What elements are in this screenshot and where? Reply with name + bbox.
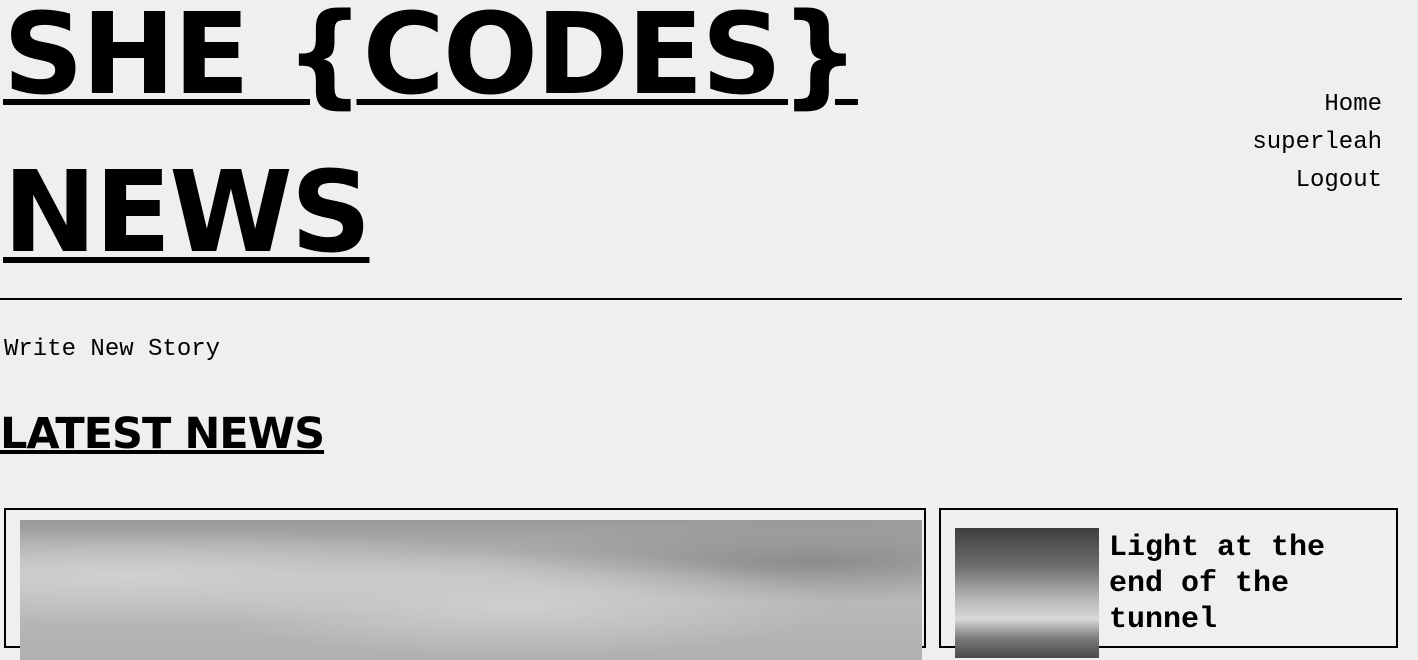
latest-news-heading: LATEST NEWS xyxy=(0,409,325,459)
nav-logout-link[interactable]: Logout xyxy=(1252,162,1382,200)
write-new-story-link[interactable]: Write New Story xyxy=(4,336,220,363)
story-title[interactable]: Light at the end of the tunnel xyxy=(1109,530,1389,638)
story-thumbnail-image xyxy=(955,528,1099,658)
site-header: SHE {CODES} NEWS Home superleah Logout xyxy=(0,0,1402,300)
logo-line-2: NEWS xyxy=(3,148,371,278)
nav-home-link[interactable]: Home xyxy=(1252,86,1382,124)
logo-line-1: SHE {CODES} xyxy=(3,0,860,120)
site-logo-link[interactable]: SHE {CODES} NEWS xyxy=(3,0,903,292)
nav-user-link[interactable]: superleah xyxy=(1252,124,1382,162)
featured-story-card[interactable] xyxy=(4,508,926,660)
story-card[interactable]: Light at the end of the tunnel xyxy=(939,508,1398,658)
featured-story-image xyxy=(20,520,922,660)
main-nav: Home superleah Logout xyxy=(1252,86,1382,200)
